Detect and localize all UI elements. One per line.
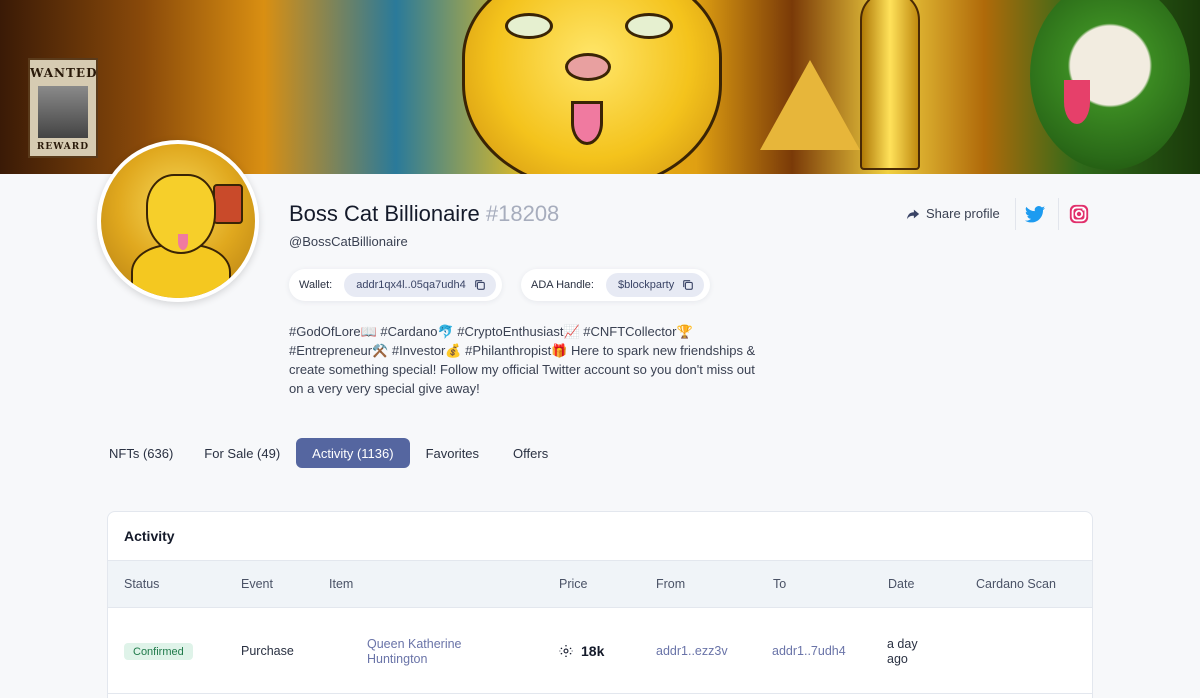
twitter-icon[interactable] (1024, 203, 1046, 225)
ada-handle-copy[interactable]: $blockparty (605, 273, 705, 297)
avatar (97, 140, 259, 302)
column-header-status: Status (124, 577, 160, 591)
wallet-pill: Wallet: addr1qx4l..05qa7udh4 (289, 269, 502, 301)
item-link[interactable]: Queen Katherine Huntington (367, 637, 507, 667)
ada-handle-value: $blockparty (617, 279, 675, 291)
copy-icon (474, 280, 485, 290)
wallet-address: addr1qx4l..05qa7udh4 (356, 279, 466, 291)
profile-tabs: NFTs (636) For Sale (49) Activity (1136)… (97, 438, 560, 468)
share-arrow-icon (906, 209, 920, 219)
share-profile-label: Share profile (926, 206, 1000, 221)
table-header: Status Event Item Price From To Date Car… (108, 560, 1092, 608)
column-header-cardano-scan: Cardano Scan (976, 577, 1056, 591)
column-header-item: Item (329, 577, 354, 591)
page-title: Boss Cat Billionaire #18208 (289, 201, 559, 227)
share-profile-button[interactable]: Share profile (906, 206, 1000, 221)
column-header-from: From (656, 577, 686, 591)
from-address-link[interactable]: addr1..ezz3v (656, 644, 728, 658)
wallet-label: Wallet: (299, 279, 333, 291)
price-cell: 18k (559, 643, 604, 659)
table-row: Confirmed Purchase Queen Katherine Hunti… (108, 609, 1092, 693)
tab-for-sale[interactable]: For Sale (49) (192, 438, 292, 468)
activity-card: Activity Status Event Item Price From To… (107, 511, 1093, 698)
event-cell: Purchase (241, 644, 294, 658)
banner-shuttle-illustration (860, 0, 920, 170)
profile-handle: @BossCatBillionaire (289, 234, 408, 249)
copy-icon (683, 280, 694, 290)
status-badge: Confirmed (124, 643, 193, 660)
tab-nfts[interactable]: NFTs (636) (97, 438, 185, 468)
profile-name: Boss Cat Billionaire (289, 201, 480, 226)
column-header-event: Event (241, 577, 273, 591)
instagram-icon[interactable] (1068, 203, 1090, 225)
banner-lion-illustration (1030, 0, 1190, 170)
tab-favorites[interactable]: Favorites (414, 438, 491, 468)
cardano-ada-icon (559, 644, 573, 658)
tab-offers[interactable]: Offers (501, 438, 560, 468)
date-cell: a day ago (887, 637, 918, 666)
column-header-date: Date (888, 577, 915, 591)
wallet-address-copy[interactable]: addr1qx4l..05qa7udh4 (344, 273, 496, 297)
activity-title: Activity (124, 528, 175, 544)
divider (108, 693, 1092, 694)
price-value: 18k (581, 643, 605, 659)
column-header-price: Price (559, 577, 588, 591)
tab-activity[interactable]: Activity (1136) (296, 438, 410, 468)
profile-bio: #GodOfLore📖 #Cardano🐬 #CryptoEnthusiast📈… (289, 324, 756, 396)
column-header-to: To (773, 577, 787, 591)
profile-number: #18208 (485, 201, 560, 226)
divider (1058, 198, 1059, 230)
divider (1015, 198, 1016, 230)
banner-cat-illustration (462, 0, 722, 174)
wanted-poster-image: WANTED REWARD (28, 58, 98, 158)
to-address-link[interactable]: addr1..7udh4 (772, 644, 846, 658)
ada-handle-label: ADA Handle: (531, 279, 594, 291)
banner-pyramid-illustration (760, 60, 860, 150)
ada-handle-pill: ADA Handle: $blockparty (521, 269, 711, 301)
